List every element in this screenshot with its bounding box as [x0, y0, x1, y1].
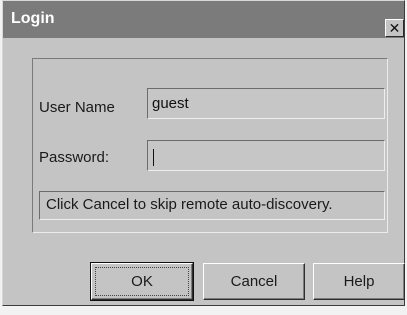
password-label: Password: — [39, 149, 110, 166]
username-field[interactable] — [147, 88, 385, 119]
info-message: Click Cancel to skip remote auto-discove… — [39, 191, 385, 220]
help-button[interactable]: Help — [313, 263, 405, 300]
help-button-label: Help — [343, 273, 375, 290]
focus-ring — [95, 267, 189, 296]
text-caret — [153, 149, 154, 166]
cancel-button-label: Cancel — [230, 273, 278, 290]
ok-button[interactable]: OK — [90, 262, 194, 301]
close-button[interactable]: ✕ — [385, 19, 404, 37]
login-dialog: Login ✕ User Name Password: Click Cancel… — [2, 0, 405, 306]
window-title: Login — [11, 10, 55, 27]
password-field[interactable] — [147, 140, 385, 171]
cancel-button[interactable]: Cancel — [203, 263, 305, 300]
close-icon: ✕ — [388, 19, 401, 36]
username-label: User Name — [39, 99, 115, 116]
title-bar[interactable]: Login ✕ — [3, 1, 404, 38]
